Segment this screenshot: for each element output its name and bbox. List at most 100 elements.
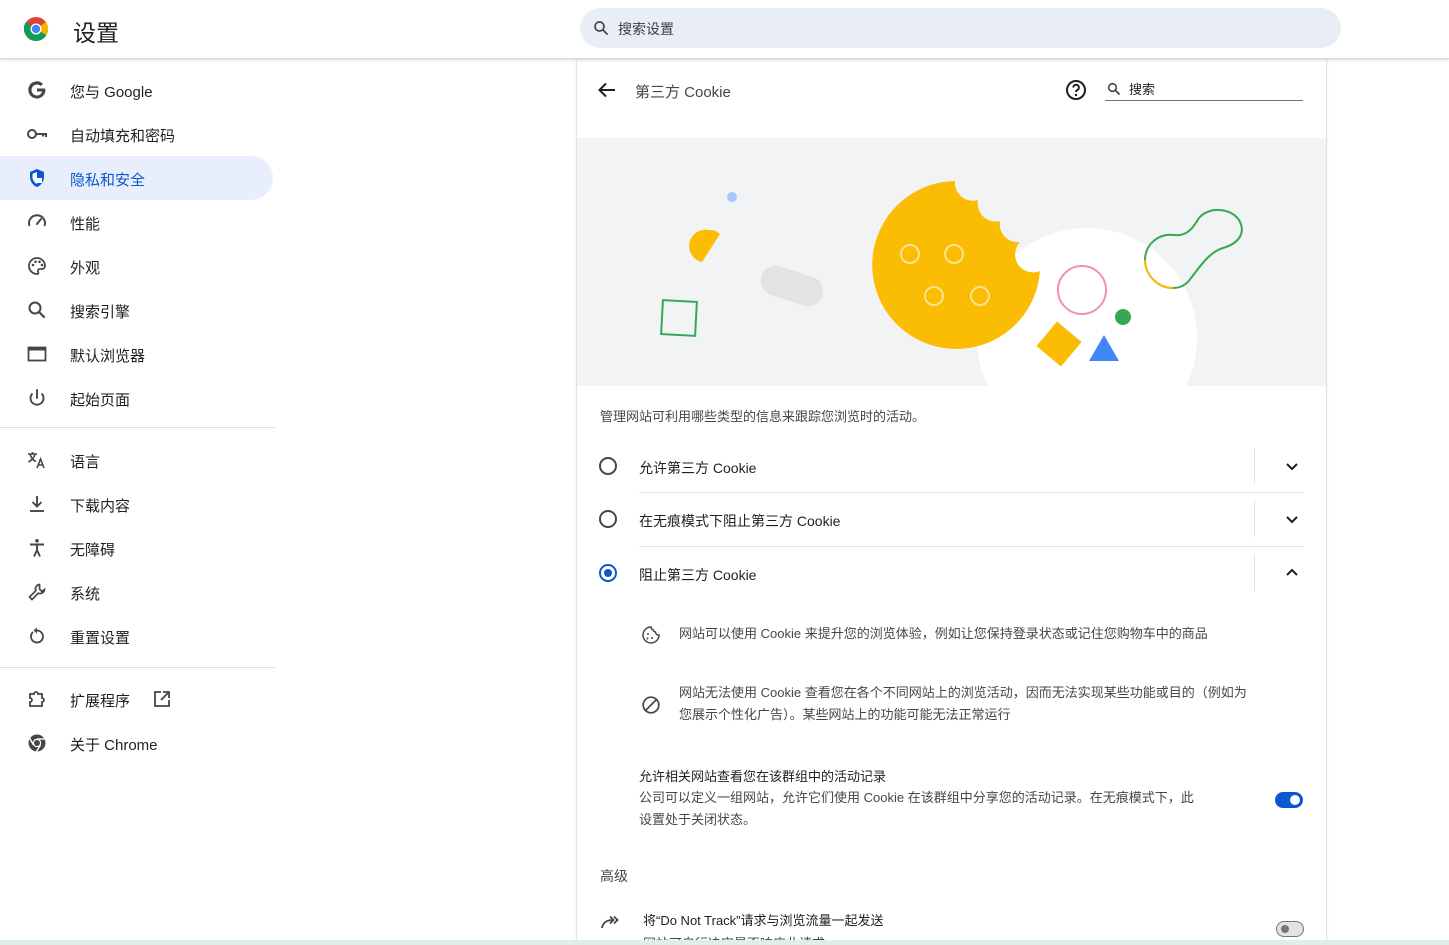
sidebar-item-default-browser[interactable]: 默认浏览器 — [0, 332, 273, 376]
chevron-up-icon[interactable] — [1280, 561, 1304, 585]
setting-title: 允许相关网站查看您在该群组中的活动记录 — [639, 769, 887, 784]
sidebar-item-on-startup[interactable]: 起始页面 — [0, 376, 273, 420]
sidebar-item-label: 您与 Google — [70, 84, 153, 101]
related-sites-setting: 允许相关网站查看您在该群组中的活动记录 公司可以定义一组网站，允许它们使用 Co… — [639, 766, 1304, 836]
bullet-block-info: 网站无法使用 Cookie 查看您在各个不同网站上的浏览活动，因而无法实现某些功… — [639, 682, 1304, 728]
shield-icon — [30, 169, 44, 187]
cookie-illustration-art — [660, 181, 1243, 386]
sidebar-item-label: 语言 — [70, 454, 101, 471]
palette-icon — [28, 257, 46, 275]
option-allow-third-party[interactable]: 允许第三方 Cookie — [597, 440, 1304, 492]
cookie-icon — [642, 626, 660, 644]
sidebar-item-about-chrome[interactable]: 关于 Chrome — [0, 721, 273, 765]
block-icon — [642, 696, 660, 714]
bullet-text-line2: 您展示个性化广告）。某些网站上的功能可能无法正常运行 — [679, 707, 1011, 722]
subpage-search-box[interactable] — [1105, 78, 1303, 101]
related-sites-toggle[interactable] — [1275, 792, 1303, 808]
google-g-icon — [28, 81, 46, 99]
forward-arrow-icon — [601, 915, 619, 929]
radio-button[interactable] — [599, 510, 617, 528]
option-label: 允许第三方 Cookie — [639, 460, 757, 476]
search-icon — [28, 301, 46, 319]
sidebar-item-reset[interactable]: 重置设置 — [0, 614, 273, 658]
browser-window-icon — [27, 346, 47, 362]
option-block-third-party[interactable]: 阻止第三方 Cookie — [597, 547, 1304, 599]
subpage-search-input[interactable] — [1127, 78, 1303, 100]
sidebar-item-label: 下载内容 — [70, 498, 131, 515]
sidebar-item-label: 搜索引擎 — [70, 304, 131, 321]
search-icon — [1107, 82, 1121, 96]
sidebar-item-label: 关于 Chrome — [70, 737, 158, 754]
separator — [1254, 448, 1255, 484]
sidebar-item-languages[interactable]: 语言 — [0, 438, 273, 482]
setting-title: 将“Do Not Track”请求与浏览流量一起发送 — [643, 913, 884, 928]
sidebar-item-label: 扩展程序 — [70, 693, 131, 710]
settings-search-input[interactable] — [616, 8, 1320, 50]
sidebar-item-label: 自动填充和密码 — [70, 128, 176, 145]
sidebar-item-accessibility[interactable]: 无障碍 — [0, 526, 273, 570]
sidebar-item-label: 起始页面 — [70, 392, 131, 409]
page-title: 第三方 Cookie — [635, 84, 731, 101]
sidebar-item-label: 外观 — [70, 260, 101, 277]
sidebar-item-system[interactable]: 系统 — [0, 570, 273, 614]
search-icon — [594, 21, 608, 35]
chrome-logo-icon — [23, 17, 49, 42]
settings-search-box[interactable] — [580, 8, 1341, 50]
advanced-heading: 高级 — [600, 868, 628, 884]
sidebar-divider — [0, 427, 275, 428]
sidebar-item-privacy-security[interactable]: 隐私和安全 — [0, 156, 273, 200]
sidebar-item-performance[interactable]: 性能 — [0, 200, 273, 244]
download-icon — [30, 496, 44, 512]
translate-icon — [28, 452, 45, 469]
do-not-track-toggle[interactable] — [1276, 921, 1304, 937]
separator — [1254, 501, 1255, 537]
sidebar-item-label: 无障碍 — [70, 542, 116, 559]
subpage-header: 第三方 Cookie — [577, 60, 1326, 120]
key-icon — [27, 129, 47, 139]
bottom-strip — [0, 940, 1449, 945]
setting-description: 公司可以定义一组网站，允许它们使用 Cookie 在该群组中分享您的活动记录。在… — [639, 787, 1259, 831]
app-title: 设置 — [73, 20, 119, 46]
sidebar-item-you-and-google[interactable]: 您与 Google — [0, 68, 273, 112]
bullet-text: 网站可以使用 Cookie 来提升您的浏览体验，例如让您保持登录状态或记住您购物… — [679, 626, 1208, 641]
setting-description-line1: 公司可以定义一组网站，允许它们使用 Cookie 在该群组中分享您的活动记录。在… — [639, 790, 1194, 805]
reset-icon — [30, 627, 44, 644]
chevron-down-icon[interactable] — [1280, 507, 1304, 531]
chrome-icon — [28, 734, 46, 752]
sidebar-item-appearance[interactable]: 外观 — [0, 244, 273, 288]
accessibility-icon — [30, 539, 44, 557]
bullet-cookie-info: 网站可以使用 Cookie 来提升您的浏览体验，例如让您保持登录状态或记住您购物… — [639, 623, 1304, 647]
third-party-cookies-panel: 第三方 Cookie 搜索 管理网站可利用哪些类型的信息来跟踪您浏览时的活动。 … — [576, 60, 1327, 945]
cookie-illustration — [577, 138, 1326, 386]
bullet-text-line1: 网站无法使用 Cookie 查看您在各个不同网站上的浏览活动，因而无法实现某些功… — [679, 685, 1247, 700]
setting-description-line2: 设置处于关闭状态。 — [639, 812, 757, 827]
chevron-down-icon[interactable] — [1280, 454, 1304, 478]
option-block-in-incognito[interactable]: 在无痕模式下阻止第三方 Cookie — [597, 493, 1304, 545]
sidebar-item-label: 系统 — [70, 586, 101, 603]
sidebar-item-search-engine[interactable]: 搜索引擎 — [0, 288, 273, 332]
power-icon — [29, 389, 45, 406]
do-not-track-setting: 将“Do Not Track”请求与浏览流量一起发送 网站可自行决定是否响应此请… — [597, 905, 1304, 945]
open-in-new-icon — [154, 691, 170, 707]
sidebar: 您与 Google 自动填充和密码 隐私和安全 性能 外观 搜索引擎 默认浏览器… — [0, 60, 275, 945]
radio-button[interactable] — [599, 457, 617, 475]
top-bar: 设置 — [0, 0, 1449, 59]
sidebar-item-autofill[interactable]: 自动填充和密码 — [0, 112, 273, 156]
option-label: 在无痕模式下阻止第三方 Cookie — [639, 513, 841, 529]
sidebar-item-label: 性能 — [70, 216, 101, 233]
page-description: 管理网站可利用哪些类型的信息来跟踪您浏览时的活动。 — [600, 409, 926, 424]
wrench-icon — [28, 583, 46, 601]
option-label: 阻止第三方 Cookie — [639, 567, 757, 583]
help-icon[interactable] — [1064, 78, 1088, 102]
extension-icon — [29, 691, 45, 707]
sidebar-item-label: 默认浏览器 — [70, 348, 146, 365]
sidebar-item-extensions[interactable]: 扩展程序 — [0, 677, 273, 721]
sidebar-item-label: 重置设置 — [70, 630, 131, 647]
separator — [1254, 555, 1255, 591]
radio-button-checked[interactable] — [599, 564, 617, 582]
speedometer-icon — [28, 214, 46, 227]
back-arrow-icon[interactable] — [595, 78, 619, 102]
sidebar-item-downloads[interactable]: 下载内容 — [0, 482, 273, 526]
sidebar-item-label: 隐私和安全 — [70, 172, 146, 189]
sidebar-divider — [0, 667, 275, 668]
